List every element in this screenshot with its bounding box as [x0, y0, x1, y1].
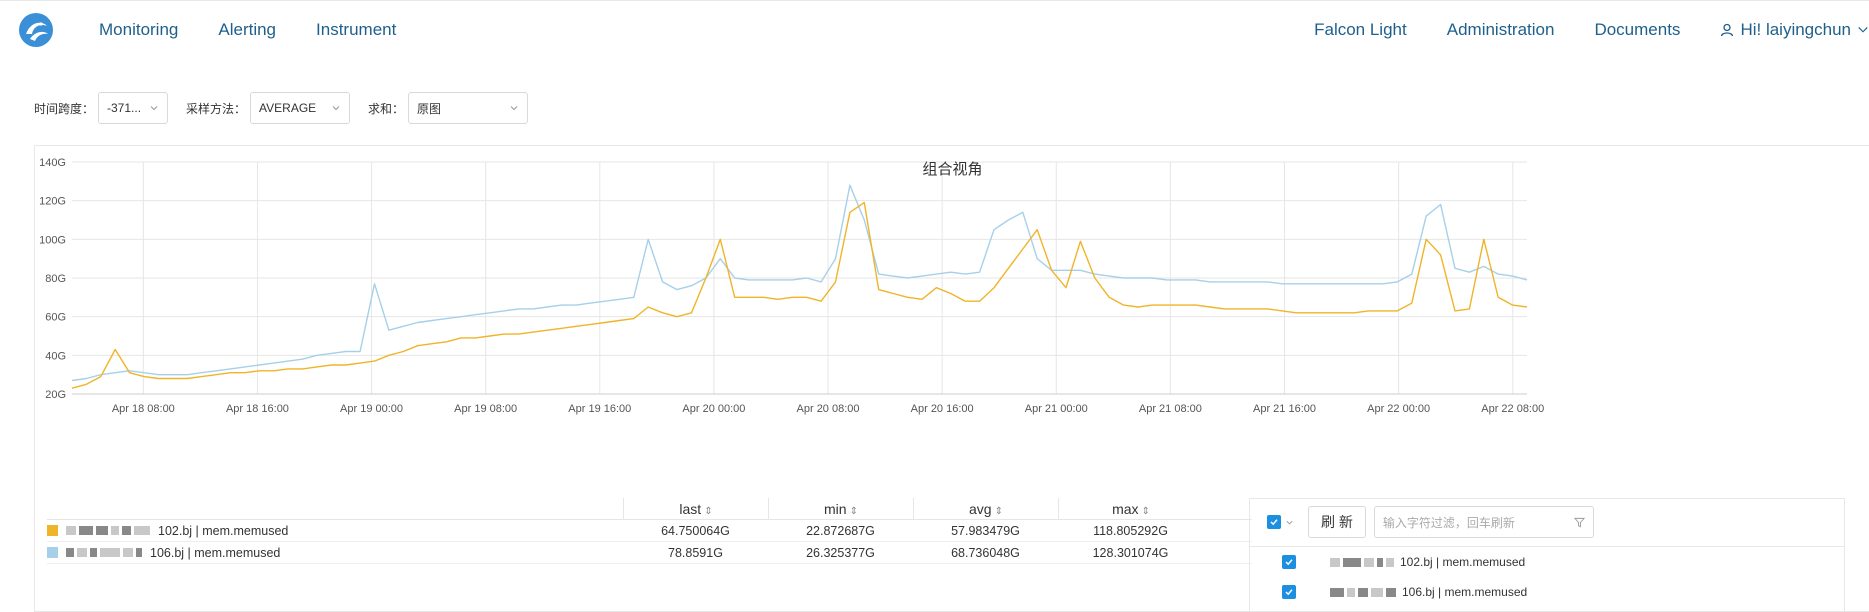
- sort-icon: ⇕: [704, 505, 713, 517]
- series-checklist: 102.bj | mem.memused 106.bj | mem.memuse…: [1250, 546, 1844, 607]
- col-min[interactable]: min ⇕: [768, 497, 913, 520]
- sum-value: 原图: [417, 101, 442, 116]
- select-all-checkbox[interactable]: [1266, 515, 1281, 529]
- nav-falcon-light[interactable]: Falcon Light: [1314, 19, 1407, 41]
- series-name: 102.bj | mem.memused: [158, 523, 289, 538]
- series-name: 106.bj | mem.memused: [150, 545, 281, 560]
- falcon-logo-icon[interactable]: [18, 12, 54, 48]
- chevron-down-icon: [510, 106, 518, 111]
- nav-monitoring[interactable]: Monitoring: [99, 19, 178, 41]
- memory-line-chart[interactable]: 20G40G60G80G100G120G140GApr 18 08:00 Apr …: [35, 146, 1869, 496]
- legend-last: 78.8591G: [668, 545, 723, 560]
- chart-panel: 20G 40G 60G 80G 100G 120G 140G Apr 18 08:00 Apr …: [34, 145, 1869, 612]
- legend-row[interactable]: 106.bj | mem.memused 78.8591G 26.325377G…: [47, 542, 1252, 564]
- legend-row[interactable]: 102.bj | mem.memused 64.750064G 22.87268…: [47, 520, 1252, 542]
- main-nav: Monitoring Alerting Instrument: [99, 19, 396, 41]
- legend-header: last ⇕ min ⇕ avg ⇕ max ⇕: [47, 497, 1252, 520]
- series-line: [71, 184, 1528, 382]
- col-avg[interactable]: avg ⇕: [913, 497, 1058, 520]
- x-tick-label: Apr 18 08:00: [112, 403, 175, 415]
- chevron-down-icon: [332, 106, 340, 111]
- legend-last: 64.750064G: [661, 523, 730, 538]
- x-tick-label: Apr 19 08:00: [454, 403, 517, 415]
- x-tick-label: Apr 19 16:00: [568, 403, 631, 415]
- sort-icon: ⇕: [994, 505, 1003, 517]
- x-tick-label: Apr 20 00:00: [682, 403, 745, 415]
- series-checkbox[interactable]: [1282, 555, 1296, 569]
- sort-icon: ⇕: [1141, 505, 1150, 517]
- time-span-select[interactable]: -371...: [98, 92, 169, 124]
- user-menu[interactable]: Hi! laiyingchun: [1720, 19, 1869, 41]
- chevron-down-icon: [1285, 520, 1293, 524]
- legend-avg: 57.983479G: [951, 523, 1020, 538]
- sum-select[interactable]: 原图: [408, 92, 529, 124]
- col-last[interactable]: last ⇕: [623, 497, 768, 520]
- col-max[interactable]: max ⇕: [1058, 497, 1203, 520]
- chevron-down-icon: [150, 106, 158, 111]
- series-check-label: 106.bj | mem.memused: [1402, 585, 1528, 599]
- legend-max: 128.301074G: [1092, 545, 1169, 560]
- y-tick-label: 20G: [45, 389, 66, 401]
- filter-row: 时间跨度： -371... 采样方法： AVERAGE 求和： 原图: [34, 92, 546, 124]
- time-span-label: 时间跨度：: [34, 101, 95, 116]
- legend-table: last ⇕ min ⇕ avg ⇕ max ⇕ 102.bj | mem.memuse…: [47, 497, 1252, 564]
- user-icon: [1721, 23, 1734, 37]
- legend-max: 118.805292G: [1093, 523, 1168, 538]
- series-filter-input[interactable]: 输入字符过滤，回车刷新: [1373, 506, 1594, 538]
- series-checkbox[interactable]: [1282, 585, 1296, 599]
- y-tick-label: 100G: [39, 234, 66, 246]
- y-tick-label: 120G: [39, 196, 66, 208]
- series-swatch: [47, 525, 58, 536]
- series-check-item[interactable]: 106.bj | mem.memused: [1250, 577, 1844, 607]
- time-span-value: -371...: [107, 101, 142, 115]
- sampling-method-label: 采样方法：: [186, 101, 247, 116]
- x-tick-label: Apr 21 08:00: [1139, 403, 1202, 415]
- x-tick-label: Apr 21 16:00: [1253, 403, 1316, 415]
- sum-label: 求和：: [368, 101, 405, 116]
- series-check-item[interactable]: 102.bj | mem.memused: [1250, 547, 1844, 577]
- chart-title: 组合视角: [922, 161, 983, 178]
- y-tick-label: 40G: [45, 350, 66, 362]
- top-nav-bar: Monitoring Alerting Instrument Falcon Li…: [0, 0, 1869, 60]
- series-check-label: 102.bj | mem.memused: [1400, 555, 1526, 569]
- sampling-method-select[interactable]: AVERAGE: [250, 92, 351, 124]
- legend-min: 22.872687G: [806, 523, 875, 538]
- redacted-hostname: [66, 548, 142, 557]
- series-filter-toolbar: 刷 新 输入字符过滤，回车刷新: [1260, 506, 1594, 538]
- sort-icon: ⇕: [849, 505, 858, 517]
- legend-avg: 68.736048G: [951, 545, 1020, 560]
- x-tick-label: Apr 21 00:00: [1025, 403, 1088, 415]
- x-tick-label: Apr 22 08:00: [1481, 403, 1544, 415]
- y-tick-label: 80G: [45, 273, 66, 285]
- secondary-nav: Falcon Light Administration Documents Hi…: [1314, 19, 1869, 41]
- redacted-hostname: [66, 526, 150, 535]
- select-all-toggle[interactable]: [1260, 515, 1300, 529]
- x-tick-label: Apr 22 00:00: [1367, 403, 1430, 415]
- series-swatch: [47, 547, 58, 558]
- x-tick-label: Apr 18 16:00: [226, 403, 289, 415]
- legend-min: 26.325377G: [806, 545, 875, 560]
- y-tick-label: 60G: [45, 312, 66, 324]
- x-tick-label: Apr 20 16:00: [911, 403, 974, 415]
- x-tick-label: Apr 19 00:00: [340, 403, 403, 415]
- series-filter-panel: 刷 新 输入字符过滤，回车刷新 102.bj | mem.memused 106…: [1249, 498, 1845, 612]
- redacted-hostname: [1330, 557, 1394, 567]
- refresh-button[interactable]: 刷 新: [1308, 506, 1366, 538]
- nav-alerting[interactable]: Alerting: [218, 19, 276, 41]
- x-tick-label: Apr 20 08:00: [797, 403, 860, 415]
- nav-documents[interactable]: Documents: [1594, 19, 1680, 41]
- filter-icon[interactable]: [1573, 517, 1585, 528]
- chevron-down-icon: [1858, 27, 1868, 33]
- series-filter-placeholder: 输入字符过滤，回车刷新: [1382, 515, 1515, 530]
- user-greeting: Hi! laiyingchun: [1740, 20, 1851, 39]
- redacted-hostname: [1330, 587, 1396, 597]
- sampling-method-value: AVERAGE: [259, 101, 317, 115]
- nav-administration[interactable]: Administration: [1447, 19, 1555, 41]
- nav-instrument[interactable]: Instrument: [316, 19, 396, 41]
